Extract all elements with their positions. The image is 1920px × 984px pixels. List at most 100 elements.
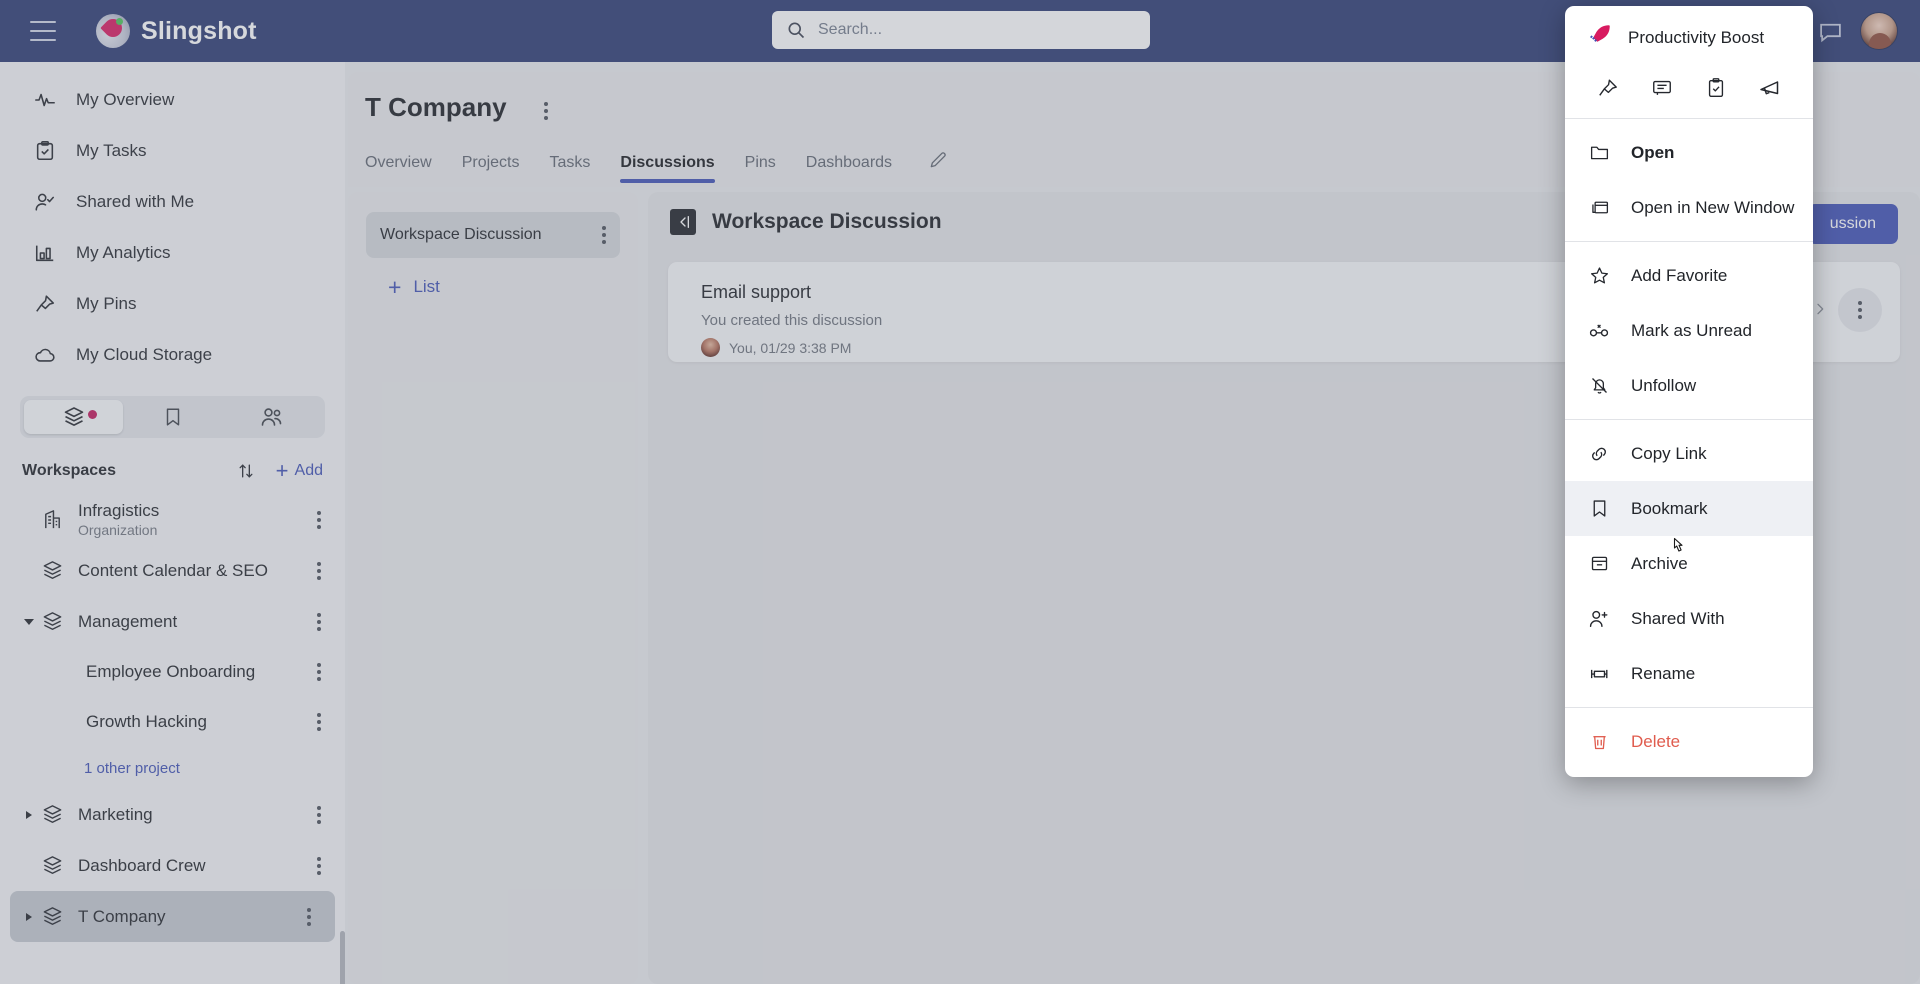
collapse-panel-icon[interactable] [670,209,696,235]
search-input[interactable]: Search... [772,11,1150,49]
menu-item-unfollow[interactable]: Unfollow [1565,358,1813,413]
menu-item-rename[interactable]: Rename [1565,646,1813,701]
menu-item-label: Shared With [1631,608,1725,628]
sidebar-item-my-tasks[interactable]: My Tasks [0,125,345,176]
kebab-menu-icon[interactable] [307,805,331,824]
kebab-menu-icon[interactable] [602,226,606,244]
kebab-menu-icon[interactable] [307,612,331,631]
workspace-row-management[interactable]: Management [0,596,345,647]
kebab-menu-icon[interactable] [544,102,548,120]
sidebar-item-label: My Pins [76,293,137,313]
discussion-title: Workspace Discussion [712,210,942,233]
kebab-menu-icon[interactable] [307,561,331,580]
sort-arrows-icon[interactable] [232,457,260,485]
bookmarks-tab[interactable] [123,400,222,434]
layers-icon [38,854,66,877]
discussion-card-title: Email support [701,282,812,302]
menu-item-archive[interactable]: Archive [1565,536,1813,591]
tab-tasks[interactable]: Tasks [549,154,590,183]
cloud-icon [32,342,58,368]
brand[interactable]: Slingshot [96,14,257,48]
workspace-row-content-calendar-seo[interactable]: Content Calendar & SEO [0,545,345,596]
workspace-name: Management [78,611,178,631]
layers-icon [38,559,66,582]
activity-pulse-icon [32,87,58,113]
workspace-name: Content Calendar & SEO [78,560,268,580]
workspace-row-t-company[interactable]: T Company [10,891,335,942]
workspace-name: Dashboard Crew [78,855,206,875]
chevron-right-icon[interactable] [22,912,36,921]
kebab-menu-icon[interactable] [307,663,331,681]
comment-icon[interactable] [1642,70,1682,106]
pin-icon[interactable] [1588,70,1628,106]
mouse-cursor [1668,536,1688,562]
add-list-button[interactable]: + List [366,264,620,310]
chat-bubble-icon[interactable] [1808,9,1852,53]
kebab-menu-icon[interactable] [307,856,331,875]
workspace-name: Marketing [78,804,153,824]
kebab-menu-icon[interactable] [307,713,331,731]
workspace-row-dashboard-crew[interactable]: Dashboard Crew [0,840,345,891]
list-item-workspace-discussion[interactable]: Workspace Discussion [366,212,620,258]
sidebar-segmented-control [20,396,325,438]
sidebar-item-label: My Analytics [76,242,171,262]
chevron-down-icon[interactable] [22,618,36,625]
menu-item-label: Open in New Window [1631,197,1795,217]
menu-item-label: Bookmark [1631,498,1708,518]
rocket-icon [1587,23,1612,53]
workspace-text: T Company [78,907,297,927]
menu-item-label: Copy Link [1631,443,1707,463]
megaphone-icon[interactable] [1750,70,1790,106]
menu-item-open-in-new-window[interactable]: Open in New Window [1565,180,1813,235]
chevron-right-icon[interactable] [1812,298,1828,325]
list-item-label: Workspace Discussion [380,226,542,243]
new-discussion-button[interactable]: ussion [1807,204,1898,244]
tab-overview[interactable]: Overview [365,154,432,183]
menu-item-mark-as-unread[interactable]: Mark as Unread [1565,303,1813,358]
workspace-row-infragistics[interactable]: Infragistics Organization [0,494,345,545]
folder-open-icon [1587,142,1611,163]
menu-item-bookmark[interactable]: Bookmark [1565,481,1813,536]
context-menu: Productivity Boost Open Open in New Wind… [1565,6,1813,777]
menu-item-open[interactable]: Open [1565,125,1813,180]
menu-item-delete[interactable]: Delete [1565,714,1813,769]
sidebar-item-label: My Overview [76,89,175,109]
workspaces-badge-dot [88,410,97,419]
menu-item-shared-with[interactable]: Shared With [1565,591,1813,646]
sidebar-item-my-analytics[interactable]: My Analytics [0,227,345,278]
add-workspace-button[interactable]: + Add [276,460,323,482]
context-menu-header[interactable]: Productivity Boost [1565,12,1813,64]
workspaces-tab[interactable] [24,400,123,434]
project-name: Employee Onboarding [86,662,256,681]
workspace-row-marketing[interactable]: Marketing [0,789,345,840]
workspace-text: Dashboard Crew [78,856,307,876]
project-row-growth-hacking[interactable]: Growth Hacking [0,697,345,747]
tab-dashboards[interactable]: Dashboards [806,154,892,183]
app-root: Slingshot Search... My Overview My Tasks… [0,0,1920,984]
sidebar-item-label: My Tasks [76,140,147,160]
sidebar-item-my-overview[interactable]: My Overview [0,74,345,125]
sidebar-item-my-cloud-storage[interactable]: My Cloud Storage [0,329,345,380]
other-projects-link[interactable]: 1 other project [0,747,345,789]
people-tab[interactable] [222,400,321,434]
new-window-icon [1587,197,1611,218]
kebab-menu-icon[interactable] [297,907,321,926]
pencil-icon[interactable] [928,150,948,183]
project-row-employee-onboarding[interactable]: Employee Onboarding [0,647,345,697]
tab-discussions[interactable]: Discussions [620,154,715,183]
hamburger-icon[interactable] [30,21,56,41]
sidebar-scrollbar[interactable] [340,931,345,984]
task-clipboard-icon[interactable] [1696,70,1736,106]
tab-pins[interactable]: Pins [745,154,776,183]
sidebar-item-my-pins[interactable]: My Pins [0,278,345,329]
clipboard-check-icon [32,138,58,164]
tab-projects[interactable]: Projects [462,154,520,183]
kebab-menu-icon[interactable] [307,510,331,529]
search-container[interactable]: Search... [772,11,1150,49]
avatar[interactable] [1860,12,1898,50]
menu-item-copy-link[interactable]: Copy Link [1565,426,1813,481]
discussion-card-kebab-button[interactable] [1838,288,1882,332]
menu-item-add-favorite[interactable]: Add Favorite [1565,248,1813,303]
sidebar-item-shared-with-me[interactable]: Shared with Me [0,176,345,227]
chevron-right-icon[interactable] [22,810,36,819]
